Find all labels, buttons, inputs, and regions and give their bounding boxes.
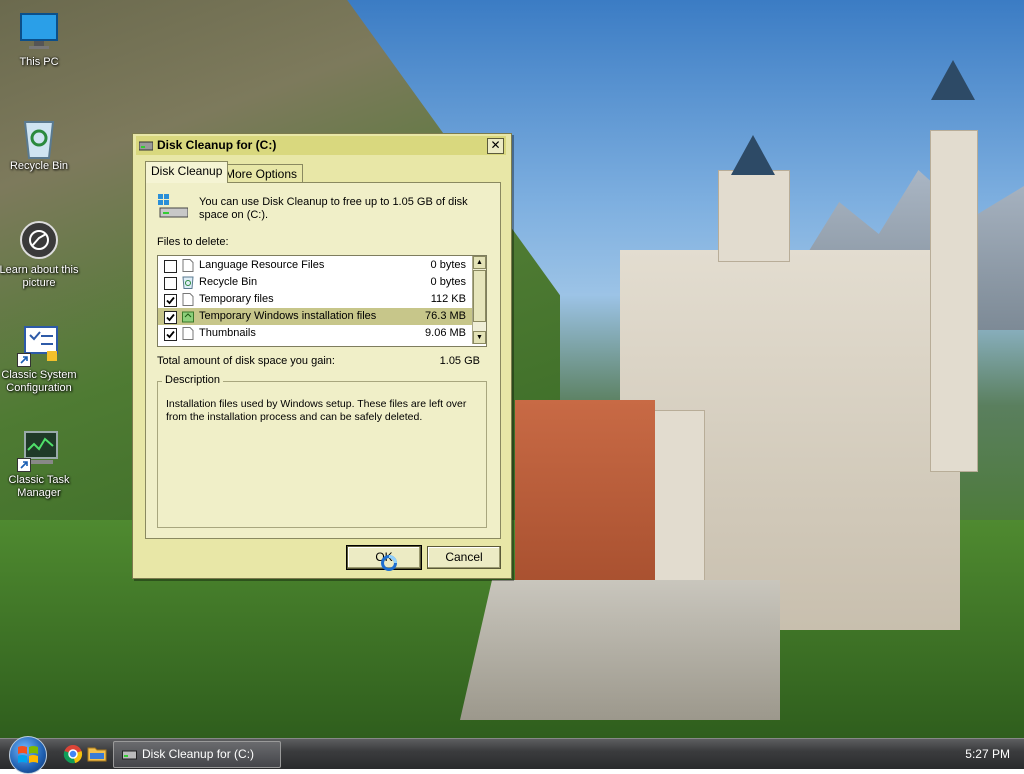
tab-label: More Options [225,167,298,181]
shortcut-arrow-icon [17,458,31,472]
file-name: Recycle Bin [199,276,258,288]
file-size: 0 bytes [430,276,466,288]
tab-panel: You can use Disk Cleanup to free up to 1… [145,182,501,539]
description-group: Description Installation files used by W… [157,374,487,528]
close-icon: ✕ [490,138,501,152]
intro-text: You can use Disk Cleanup to free up to 1… [199,196,468,221]
desktop-icon-label: Recycle Bin [9,160,69,172]
files-to-delete-label: Files to delete: [157,236,229,248]
desktop-icon-recycle-bin[interactable]: Recycle Bin [0,116,81,173]
file-icon [182,327,194,340]
title-bar[interactable]: Disk Cleanup for (C:) ✕ [136,136,506,155]
vertical-scrollbar[interactable]: ▲ ▼ [472,256,486,344]
desktop-icon-learn-about-picture[interactable]: Learn about this picture [0,220,81,290]
checkbox-checked[interactable] [164,311,177,324]
folder-icon[interactable] [87,744,107,764]
wallpaper-castle-tower [930,130,978,472]
scroll-up-button[interactable]: ▲ [473,256,486,269]
scroll-thumb[interactable] [473,270,486,322]
wallpaper-castle-tower [718,170,790,262]
description-text: Installation files used by Windows setup… [166,398,467,423]
taskbar-item-label: Disk Cleanup for (C:) [142,747,255,761]
file-name: Temporary files [199,293,274,305]
description-legend: Description [162,374,224,386]
chevron-down-icon: ▼ [476,334,483,341]
drive-icon [139,141,153,151]
wallpaper-castle-brick-wing [515,400,655,590]
check-icon [166,296,175,305]
disk-cleanup-icon [158,194,188,218]
file-icon [182,259,194,272]
desktop-icon-system-config[interactable]: Classic System Configuration [0,325,81,395]
shortcut-arrow-icon [17,353,31,367]
check-icon [166,313,175,322]
wallpaper-castle-roof [931,60,975,100]
file-name: Language Resource Files [199,259,325,271]
list-item[interactable]: Temporary files 112 KB [158,291,472,308]
list-item-selected[interactable]: Temporary Windows installation files 76.… [158,308,472,325]
file-name: Temporary Windows installation files [199,310,377,322]
taskbar: Disk Cleanup for (C:) 5:27 PM [0,736,1024,774]
desktop-icon-label: This PC [19,56,59,68]
file-size: 0 bytes [430,259,466,271]
close-button[interactable]: ✕ [487,138,504,154]
system-clock[interactable]: 5:27 PM [965,739,1010,769]
recycle-bin-icon [182,276,194,289]
wallpaper-castle-roof [731,135,775,175]
file-size: 112 KB [430,293,466,305]
total-space-label: Total amount of disk space you gain: [157,355,335,367]
disk-cleanup-dialog: Disk Cleanup for (C:) ✕ Disk Cleanup Mor… [132,133,512,579]
system-config-icon [17,325,59,367]
desktop-icon-label: Learn about this picture [0,264,79,289]
list-item[interactable]: Thumbnails 9.06 MB [158,325,472,342]
file-size: 76.3 MB [425,310,466,322]
checkbox-checked[interactable] [164,294,177,307]
chevron-up-icon: ▲ [476,259,483,266]
file-icon [182,293,194,306]
recycle-bin-icon [19,116,59,159]
tab-label: Disk Cleanup [151,164,223,178]
checkbox-checked[interactable] [164,328,177,341]
check-icon [166,330,175,339]
checkbox[interactable] [164,260,177,273]
file-name: Thumbnails [199,327,256,339]
chrome-icon[interactable] [63,744,83,764]
desktop-icon-label: Classic Task Manager [8,474,70,499]
start-button[interactable] [9,736,47,774]
windows-logo-icon [18,746,38,763]
busy-cursor-icon [381,555,397,571]
desktop-icon-this-pc[interactable]: This PC [0,12,81,69]
list-item[interactable]: Recycle Bin 0 bytes [158,274,472,291]
files-list[interactable]: Language Resource Files 0 bytes Recycle … [157,255,487,347]
camera-icon [19,220,59,260]
checkbox[interactable] [164,277,177,290]
scroll-down-button[interactable]: ▼ [473,331,486,344]
total-space-value: 1.05 GB [439,355,480,367]
monitor-icon [19,12,59,52]
taskbar-item-disk-cleanup[interactable]: Disk Cleanup for (C:) [113,741,281,768]
cancel-button[interactable]: Cancel [427,546,501,569]
drive-icon [122,750,137,760]
wallpaper-castle-wall [460,580,780,720]
desktop-icon-label: Classic System Configuration [1,369,77,394]
tab-more-options[interactable]: More Options [219,164,304,184]
list-item[interactable]: Language Resource Files 0 bytes [158,257,472,274]
file-size: 9.06 MB [425,327,466,339]
desktop-icon-task-manager[interactable]: Classic Task Manager [0,430,81,500]
dialog-title: Disk Cleanup for (C:) [157,138,277,152]
tab-disk-cleanup[interactable]: Disk Cleanup [145,161,229,183]
windows-setup-icon [182,311,194,323]
task-manager-icon [17,430,59,472]
